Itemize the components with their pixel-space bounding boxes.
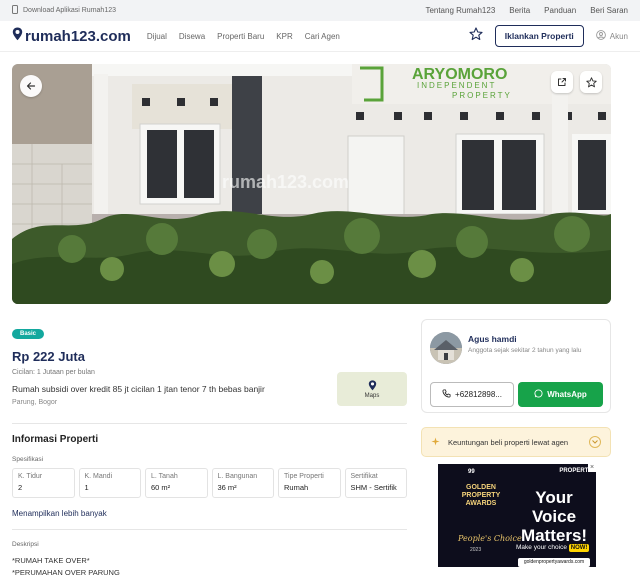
spec-value: 2 xyxy=(18,483,23,492)
spec-kamar-mandi: K. Mandi 1 xyxy=(78,468,141,498)
listing-tier-badge: Basic xyxy=(12,329,45,339)
section-divider xyxy=(12,423,407,424)
ad-cta-now: NOW! xyxy=(568,544,590,552)
property-photo[interactable]: ARYOMORO INDEPENDENT PROPERTY rumah123.c… xyxy=(12,64,611,304)
share-icon xyxy=(557,77,567,87)
svg-text:INDEPENDENT: INDEPENDENT xyxy=(417,81,496,90)
agent-card: Agus hamdi Anggota sejak sekitar 2 tahun… xyxy=(421,319,611,413)
advertisement-banner[interactable]: × 99 PROPERTI GOLDEN PROPERTY AWARDS Peo… xyxy=(438,464,596,567)
ad-logo: 99 xyxy=(468,469,475,475)
svg-text:PROPERTY: PROPERTY xyxy=(452,91,512,100)
description-line: *RUMAH TAKE OVER* xyxy=(12,556,90,565)
ad-cta: Make your choice NOW! xyxy=(516,544,590,552)
back-button[interactable] xyxy=(20,75,42,97)
ad-cta-text: Make your choice xyxy=(516,544,567,551)
download-app-link[interactable]: Download Aplikasi Rumah123 xyxy=(12,5,116,16)
nav-link-dijual[interactable]: Dijual xyxy=(147,32,167,41)
topbar-link-panduan[interactable]: Panduan xyxy=(544,6,576,15)
nav-link-cari-agen[interactable]: Cari Agen xyxy=(305,32,340,41)
agent-benefit-banner[interactable]: Keuntungan beli properti lewat agen xyxy=(421,427,611,457)
akun-menu[interactable]: Akun xyxy=(595,30,628,42)
spec-key: L. Bangunan xyxy=(217,473,258,480)
headline-line: Matters! xyxy=(520,526,588,545)
benefit-label: Keuntungan beli properti lewat agen xyxy=(448,437,569,447)
akun-label: Akun xyxy=(609,31,628,41)
phone-icon xyxy=(442,389,451,400)
spec-kamar-tidur: K. Tidur 2 xyxy=(12,468,75,498)
star-icon xyxy=(585,76,597,88)
headline-line: Voice xyxy=(531,507,577,526)
photo-watermark: rumah123.com xyxy=(222,172,350,192)
ad-year: 2023 xyxy=(470,547,482,553)
spec-value: Rumah xyxy=(284,483,309,492)
award-line: PROPERTY xyxy=(461,492,501,499)
topbar-link-beri-saran[interactable]: Beri Saran xyxy=(590,6,628,15)
description-label: Deskripsi xyxy=(12,541,39,548)
top-bar: Download Aplikasi Rumah123 Tentang Rumah… xyxy=(0,0,640,21)
listing-price: Rp 222 Juta xyxy=(12,349,85,364)
spec-key: K. Mandi xyxy=(84,473,113,480)
ad-peoples-choice: People's Choice xyxy=(458,534,522,543)
spec-luas-tanah: L. Tanah 60 m² xyxy=(145,468,208,498)
spec-key: Tipe Properti xyxy=(284,473,324,480)
chevron-down-icon[interactable] xyxy=(589,436,601,448)
spec-luas-bangunan: L. Bangunan 36 m² xyxy=(211,468,274,498)
main-nav: rumah123.com Dijual Disewa Properti Baru… xyxy=(0,21,640,52)
spec-value: 1 xyxy=(84,483,89,492)
info-section-title: Informasi Properti xyxy=(12,434,99,445)
ad-site: goldenpropertyawards.com xyxy=(518,558,590,567)
headline-line: Your xyxy=(535,488,573,507)
maps-label: Maps xyxy=(364,392,380,399)
call-agent-button[interactable]: +62812898... xyxy=(430,382,514,407)
spec-value: SHM - Sertifik xyxy=(350,483,397,492)
nav-link-properti-baru[interactable]: Properti Baru xyxy=(217,32,264,41)
ad-headline: Your Voice Matters! xyxy=(515,488,593,545)
agent-name[interactable]: Agus hamdi xyxy=(468,334,517,344)
agent-member-since: Anggota sejak sekitar 2 tahun yang lalu xyxy=(468,347,582,354)
whatsapp-label: WhatsApp xyxy=(547,390,587,399)
spec-key: K. Tidur xyxy=(18,473,43,480)
spec-tipe-properti: Tipe Properti Rumah xyxy=(278,468,341,498)
whatsapp-icon xyxy=(534,389,543,400)
iklankan-properti-button[interactable]: Iklankan Properti xyxy=(494,25,584,47)
phone-download-icon xyxy=(12,5,18,16)
save-favorite-button[interactable] xyxy=(580,71,602,93)
section-divider xyxy=(12,529,407,530)
logo-text: rumah123.com xyxy=(25,27,131,45)
topbar-link-tentang[interactable]: Tentang Rumah123 xyxy=(425,6,495,15)
nav-link-disewa[interactable]: Disewa xyxy=(179,32,205,41)
nav-link-kpr[interactable]: KPR xyxy=(276,32,292,41)
description-line: *PERUMAHAN OVER PARUNG xyxy=(12,568,120,577)
spec-value: 60 m² xyxy=(151,483,171,492)
ad-award-title: GOLDEN PROPERTY AWARDS xyxy=(454,484,508,508)
show-more-link[interactable]: Menampilkan lebih banyak xyxy=(12,509,407,518)
spec-key: Sertifikat xyxy=(350,473,378,480)
spec-sertifikat: Sertifikat SHM - Sertifik xyxy=(344,468,407,498)
maps-thumbnail[interactable]: Maps xyxy=(337,372,407,406)
location-pin-icon xyxy=(12,27,23,45)
user-icon xyxy=(595,30,606,42)
agent-avatar[interactable] xyxy=(430,332,462,364)
map-pin-icon xyxy=(368,379,377,393)
sparkle-icon xyxy=(431,436,440,448)
favorite-star-icon[interactable] xyxy=(469,26,483,46)
spec-value: 36 m² xyxy=(217,483,237,492)
award-line: AWARDS xyxy=(465,500,497,507)
phone-number: +62812898... xyxy=(455,390,502,399)
listing-details: Basic Rp 222 Juta Cicilan: 1 Jutaan per … xyxy=(12,322,407,579)
award-line: GOLDEN xyxy=(466,484,496,491)
ad-brand: PROPERTI xyxy=(559,468,590,474)
download-app-label: Download Aplikasi Rumah123 xyxy=(23,7,116,14)
whatsapp-button[interactable]: WhatsApp xyxy=(518,382,603,407)
spec-key: L. Tanah xyxy=(151,473,178,480)
arrow-left-icon xyxy=(26,81,36,91)
spec-label: Spesifikasi xyxy=(12,456,44,463)
spec-list: K. Tidur 2 K. Mandi 1 L. Tanah 60 m² L. … xyxy=(12,468,407,498)
share-button[interactable] xyxy=(551,71,573,93)
site-logo[interactable]: rumah123.com xyxy=(12,27,131,45)
topbar-link-berita[interactable]: Berita xyxy=(509,6,530,15)
